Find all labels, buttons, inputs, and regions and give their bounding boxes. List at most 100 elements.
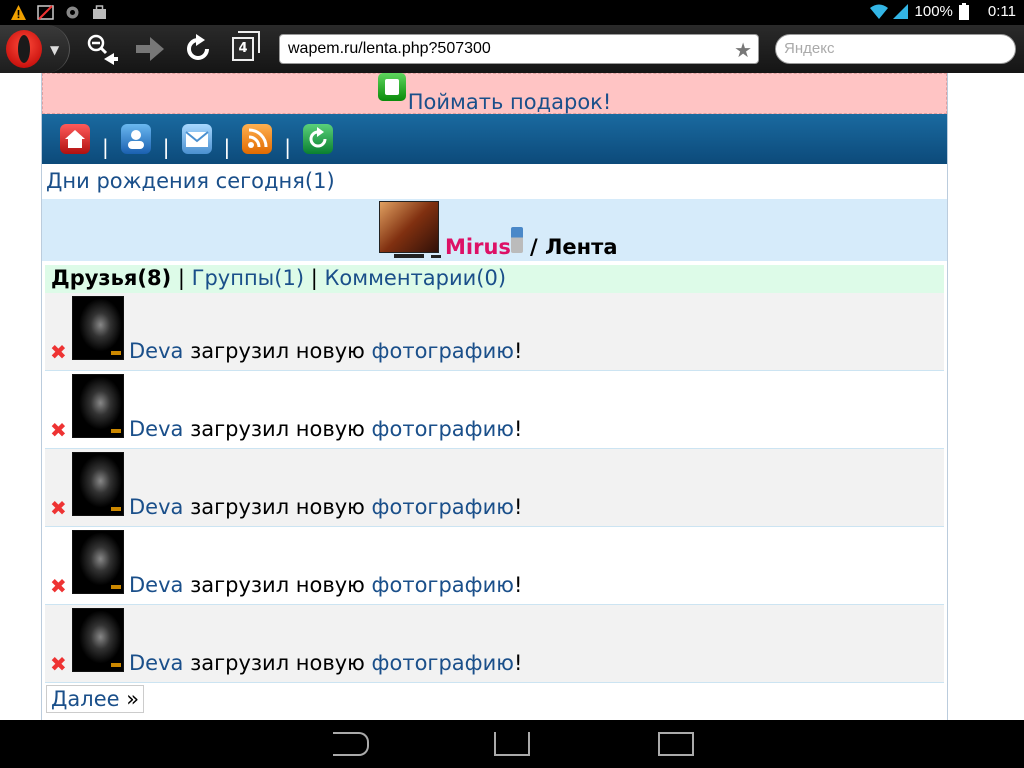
reload-button[interactable] — [180, 31, 216, 67]
refresh-icon[interactable] — [303, 124, 333, 154]
system-nav-bar — [0, 720, 1024, 768]
feed-action: загрузил новую — [183, 339, 372, 363]
site-nav: | | | | — [42, 114, 947, 164]
list-item: ✖ Deva загрузил новую фотографию! — [45, 293, 944, 371]
tabs-button[interactable]: 4 — [232, 31, 260, 61]
tab-groups[interactable]: Группы(1) — [192, 266, 304, 290]
feed-action: загрузил новую — [183, 417, 372, 441]
url-input[interactable]: wapem.ru/lenta.php?507300 ★ — [279, 34, 759, 64]
feed-user-link[interactable]: Deva — [129, 651, 183, 675]
tab-friends[interactable]: Друзья(8) — [51, 266, 171, 290]
feed-action: загрузил новую — [183, 495, 372, 519]
arrow-right-icon — [136, 37, 164, 61]
mail-icon[interactable] — [181, 124, 212, 154]
feed-user-link[interactable]: Deva — [129, 339, 183, 363]
nav-separator: | — [162, 135, 170, 159]
bag-icon — [91, 4, 108, 21]
warning-icon — [10, 4, 27, 21]
star-icon[interactable]: ★ — [734, 38, 752, 63]
clock: 0:11 — [987, 3, 1016, 20]
list-item: ✖ Deva загрузил новую фотографию! — [45, 527, 944, 605]
delete-icon[interactable]: ✖ — [50, 574, 67, 598]
zoom-out-back-button[interactable] — [84, 31, 120, 67]
feed-text: Deva загрузил новую фотографию! — [129, 495, 522, 519]
page-title: / Лента — [530, 235, 618, 259]
profile-icon[interactable] — [120, 124, 151, 154]
more-label: Далее — [51, 687, 120, 711]
tab-separator: | — [310, 266, 318, 290]
list-item: ✖ Deva загрузил новую фотографию! — [45, 605, 944, 683]
delete-icon[interactable]: ✖ — [50, 496, 67, 520]
feed-text: Deva загрузил новую фотографию! — [129, 573, 522, 597]
user-header: Mirus / Лента — [42, 199, 947, 261]
feed-text: Deva загрузил новую фотографию! — [129, 651, 522, 675]
no-image-icon — [37, 4, 54, 21]
reload-icon — [187, 34, 209, 60]
circle-icon — [64, 4, 81, 21]
medal-icon — [511, 227, 523, 253]
photo-thumbnail[interactable] — [72, 452, 124, 516]
feed-text: Deva загрузил новую фотографию! — [129, 339, 522, 363]
feed-tail: ! — [513, 651, 523, 675]
forward-button[interactable] — [132, 31, 168, 67]
gift-link[interactable]: Поймать подарок! — [408, 90, 612, 114]
battery-icon — [958, 3, 976, 20]
gift-banner: Поймать подарок! — [42, 73, 947, 114]
user-name-link[interactable]: Mirus — [431, 235, 511, 259]
photo-thumbnail[interactable] — [72, 296, 124, 360]
feed-text: Deva загрузил новую фотографию! — [129, 417, 522, 441]
home-icon[interactable] — [60, 124, 90, 154]
delete-icon[interactable]: ✖ — [50, 418, 67, 442]
feed-action: загрузил новую — [183, 651, 372, 675]
feed-tail: ! — [513, 573, 523, 597]
feed-tail: ! — [513, 495, 523, 519]
browser-toolbar: ▼ 4 wapem.ru/lenta.php?507300 ★ Яндекс — [0, 25, 1024, 73]
nav-separator: | — [223, 135, 231, 159]
list-item: ✖ Deva загрузил новую фотографию! — [45, 449, 944, 527]
tab-separator: | — [177, 266, 185, 290]
zoom-back-icon — [87, 34, 118, 65]
feed-object-link[interactable]: фотографию — [372, 573, 514, 597]
avatar[interactable] — [379, 201, 439, 253]
signal-icon — [892, 3, 909, 20]
recent-apps-icon[interactable] — [658, 732, 694, 756]
delete-icon[interactable]: ✖ — [50, 652, 67, 676]
web-page: Поймать подарок! | | | | Дни рождения се… — [41, 73, 948, 720]
photo-thumbnail[interactable] — [72, 530, 124, 594]
status-bar: 100% 0:11 — [0, 0, 1024, 25]
tab-comments[interactable]: Комментарии(0) — [324, 266, 506, 290]
back-icon[interactable] — [333, 732, 369, 756]
birthdays-link[interactable]: Дни рождения сегодня(1) — [42, 164, 947, 199]
feed-object-link[interactable]: фотографию — [372, 495, 514, 519]
home-nav-icon[interactable] — [494, 732, 530, 756]
caret-down-icon: ▼ — [50, 43, 60, 57]
feed-object-link[interactable]: фотографию — [372, 651, 514, 675]
feed-tail: ! — [513, 417, 523, 441]
nav-separator: | — [284, 135, 291, 159]
feed-tail: ! — [513, 339, 523, 363]
url-text: wapem.ru/lenta.php?507300 — [288, 40, 491, 57]
feed-action: загрузил новую — [183, 573, 372, 597]
search-input[interactable]: Яндекс — [775, 34, 1016, 64]
feed-tabs: Друзья(8) | Группы(1) | Комментарии(0) — [45, 265, 944, 293]
feed-user-link[interactable]: Deva — [129, 417, 183, 441]
battery-percent: 100% — [914, 3, 953, 20]
photo-thumbnail[interactable] — [72, 374, 124, 438]
feed-user-link[interactable]: Deva — [129, 495, 183, 519]
feed-object-link[interactable]: фотографию — [372, 417, 514, 441]
feed-object-link[interactable]: фотографию — [372, 339, 514, 363]
photo-thumbnail[interactable] — [72, 608, 124, 672]
feed-user-link[interactable]: Deva — [129, 573, 183, 597]
feed-list: ✖ Deva загрузил новую фотографию! ✖ Deva… — [45, 293, 944, 683]
more-button[interactable]: Далее » — [46, 685, 145, 713]
opera-menu-button[interactable]: ▼ — [0, 25, 70, 73]
opera-logo-icon — [6, 30, 42, 68]
rss-icon[interactable] — [242, 124, 273, 154]
gift-icon — [377, 73, 406, 101]
list-item: ✖ Deva загрузил новую фотографию! — [45, 371, 944, 449]
delete-icon[interactable]: ✖ — [50, 340, 67, 364]
wifi-icon — [869, 3, 888, 20]
more-arrow: » — [119, 687, 140, 711]
avatar-stand — [394, 254, 424, 258]
nav-separator: | — [102, 135, 109, 159]
